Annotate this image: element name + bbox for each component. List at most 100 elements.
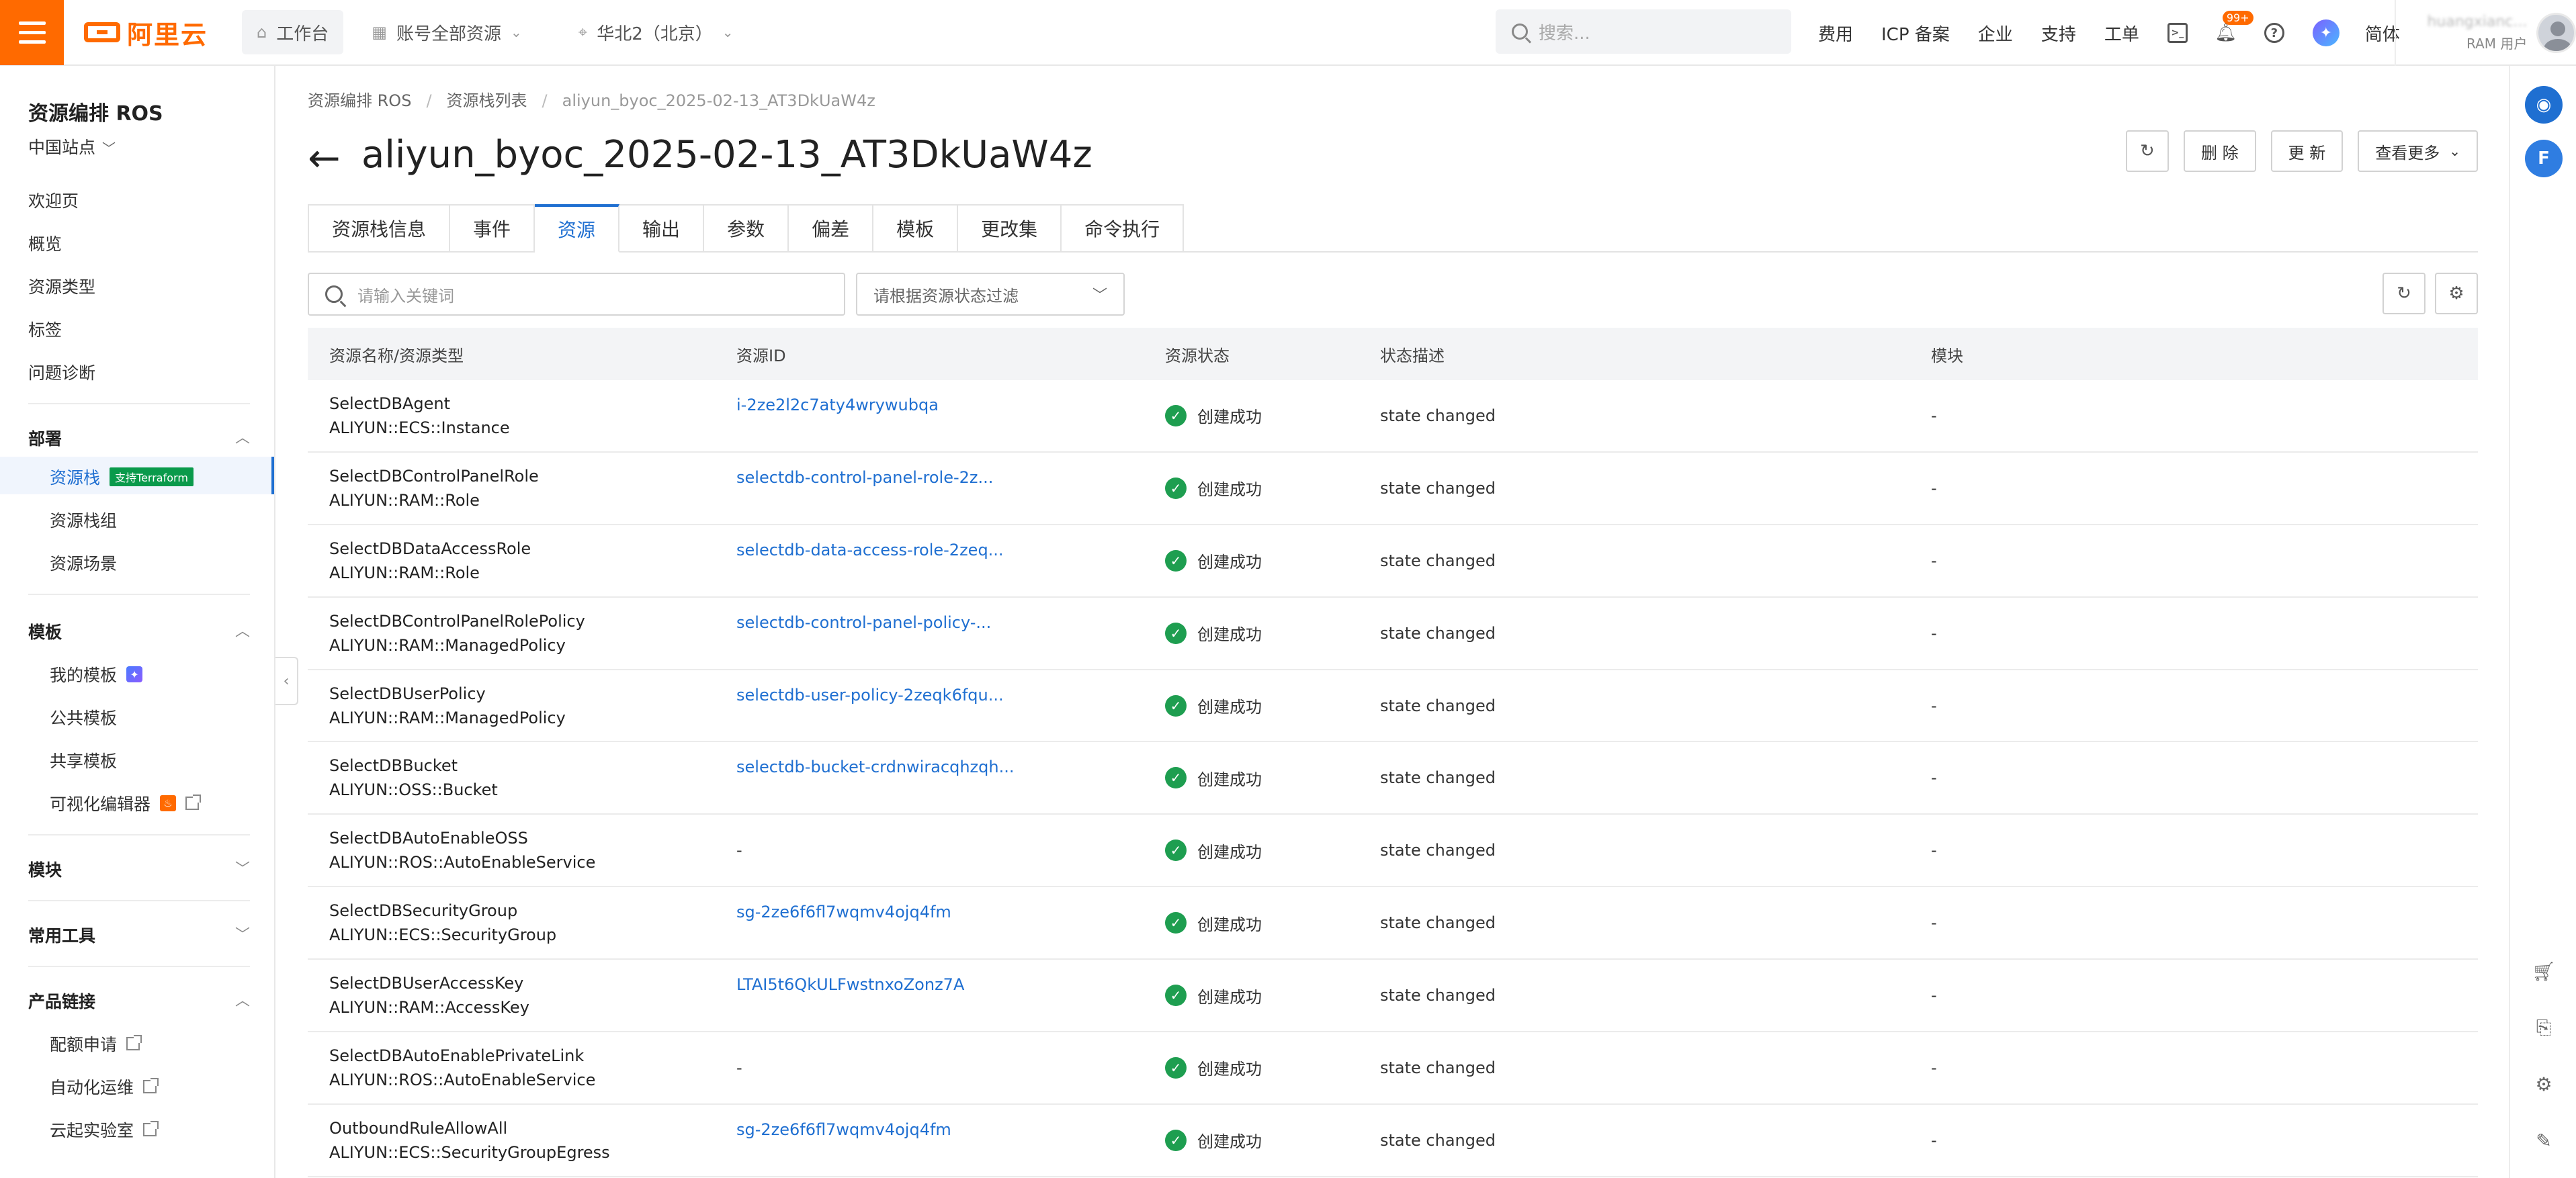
tab-drift[interactable]: 偏差: [789, 204, 874, 253]
more-button[interactable]: 查看更多 ⌄: [2358, 130, 2478, 172]
tab-template[interactable]: 模板: [873, 204, 959, 253]
tab-command-execution[interactable]: 命令执行: [1062, 204, 1185, 253]
module-cell: -: [1931, 1130, 1937, 1150]
tab-parameters[interactable]: 参数: [704, 204, 789, 253]
sidebar-item-public-templates[interactable]: 公共模板: [50, 705, 117, 729]
terminal-icon[interactable]: >_: [2167, 23, 2188, 43]
sidebar-item-shared-templates[interactable]: 共享模板: [50, 748, 117, 772]
resource-id-link[interactable]: selectdb-bucket-crdnwiracqhzqh...: [736, 758, 1165, 776]
sidebar-collapse-handle[interactable]: ‹: [275, 657, 298, 705]
resource-name-cell: SelectDBAgent ALIYUN::ECS::Instance: [308, 392, 736, 440]
icp-link[interactable]: ICP 备案: [1881, 21, 1950, 46]
sidebar-group-deploy[interactable]: 部署 ︿: [28, 426, 250, 450]
table-settings-button[interactable]: ⚙: [2435, 273, 2478, 314]
sidebar-item-tags[interactable]: 标签: [28, 317, 62, 341]
service-icon[interactable]: ⎘: [2532, 1015, 2556, 1040]
resource-id-link[interactable]: sg-2ze6f6fl7wqmv4ojq4fm: [736, 1120, 1165, 1139]
sidebar-item-scenarios[interactable]: 资源场景: [50, 551, 117, 575]
robot-assistant-icon[interactable]: ◉: [2525, 86, 2563, 124]
edit-icon[interactable]: ✎: [2532, 1128, 2556, 1152]
sidebar-item-automation[interactable]: 自动化运维: [50, 1075, 159, 1099]
resource-id-link[interactable]: selectdb-data-access-role-2zeq...: [736, 541, 1165, 559]
assistant-icon[interactable]: ✦: [2312, 19, 2339, 46]
feedback-icon[interactable]: F: [2525, 140, 2563, 177]
account-scope-selector[interactable]: ▦ 账号全部资源 ⌄: [357, 10, 536, 54]
sidebar-item-quota[interactable]: 配额申请: [50, 1032, 142, 1056]
sidebar-item-visual-editor[interactable]: 可视化编辑器 ♨: [50, 791, 202, 815]
sidebar-item-stack-groups[interactable]: 资源栈组: [50, 508, 117, 532]
sidebar-item-welcome[interactable]: 欢迎页: [28, 188, 79, 212]
status-description: state changed: [1380, 841, 1496, 860]
resource-id-link[interactable]: selectdb-user-policy-2zeqk6fqu...: [736, 686, 1165, 705]
keyword-search-input[interactable]: 请输入关键词: [308, 273, 845, 316]
sidebar-divider: [28, 900, 250, 901]
status-filter-select[interactable]: 请根据资源状态过滤 ﹀: [856, 273, 1125, 316]
resource-name-cell: SelectDBBucket ALIYUN::OSS::Bucket: [308, 754, 736, 802]
site-selector[interactable]: 中国站点 ﹀: [28, 134, 116, 158]
module-cell: -: [1931, 768, 1937, 788]
sidebar-group-template[interactable]: 模板 ︿: [28, 619, 250, 643]
resource-name-cell: SelectDBSecurityGroup ALIYUN::ECS::Securi…: [308, 899, 736, 947]
check-circle-icon: ✓: [1165, 622, 1187, 644]
tab-change-sets[interactable]: 更改集: [958, 204, 1062, 253]
bell-icon[interactable]: 🔔︎ 99+: [2215, 11, 2253, 43]
tab-stack-info[interactable]: 资源栈信息: [308, 204, 451, 253]
cart-icon[interactable]: 🛒︎: [2532, 959, 2556, 983]
sidebar-item-overview[interactable]: 概览: [28, 231, 62, 255]
sidebar-group-tools[interactable]: 常用工具 ﹀: [28, 923, 250, 947]
help-icon[interactable]: ?: [2264, 23, 2284, 43]
menu-icon[interactable]: [0, 0, 64, 65]
status-description: state changed: [1380, 623, 1496, 643]
table-row: SelectDBControlPanelRole ALIYUN::RAM::Rol…: [308, 453, 2478, 525]
ticket-link[interactable]: 工单: [2104, 21, 2139, 46]
sidebar-group-module[interactable]: 模块 ﹀: [28, 857, 250, 881]
delete-button[interactable]: 删 除: [2183, 130, 2256, 172]
tab-outputs[interactable]: 输出: [619, 204, 705, 253]
tab-resources[interactable]: 资源: [535, 204, 620, 253]
region-selector[interactable]: ⌖ 华北2（北京） ⌄: [564, 10, 748, 54]
location-icon: ⌖: [578, 23, 588, 42]
table-row: SelectDBSecurityGroup ALIYUN::ECS::Securi…: [308, 887, 2478, 960]
breadcrumb-stack-list[interactable]: 资源栈列表: [447, 91, 527, 110]
workbench-button[interactable]: ⌂ 工作台: [242, 10, 344, 54]
resource-id-link[interactable]: LTAI5t6QkULFwstnxoZonz7A: [736, 975, 1165, 994]
resource-name-cell: SelectDBAutoEnableOSS ALIYUN::ROS::AutoEn…: [308, 826, 736, 874]
resource-id-link[interactable]: sg-2ze6f6fl7wqmv4ojq4fm: [736, 903, 1165, 921]
column-header-description: 状态描述: [1380, 346, 1445, 365]
sidebar-item-labs[interactable]: 云起实验室: [50, 1118, 159, 1142]
aliyun-logo[interactable]: 阿里云: [84, 14, 228, 51]
sidebar-divider: [28, 966, 250, 967]
sidebar-item-diagnosis[interactable]: 问题诊断: [28, 360, 95, 384]
table-row: SelectDBAutoEnablePrivateLink ALIYUN::ROS…: [308, 1032, 2478, 1105]
global-search-input[interactable]: 搜索...: [1496, 9, 1791, 54]
check-circle-icon: ✓: [1165, 985, 1187, 1007]
check-circle-icon: ✓: [1165, 767, 1187, 789]
check-circle-icon: ✓: [1165, 694, 1187, 717]
region-label: 华北2（北京）: [597, 24, 713, 44]
module-cell: -: [1931, 406, 1937, 425]
table-refresh-button[interactable]: ↻: [2382, 273, 2425, 314]
support-link[interactable]: 支持: [2041, 21, 2076, 46]
status-description: state changed: [1380, 768, 1496, 788]
stack-tabs: 资源栈信息 事件 资源 输出 参数 偏差 模板 更改集 命令执行: [308, 204, 2478, 253]
back-arrow-icon[interactable]: ←: [308, 138, 341, 177]
external-link-icon: [143, 1078, 159, 1093]
enterprise-link[interactable]: 企业: [1978, 21, 2013, 46]
group-label: 常用工具: [28, 926, 96, 946]
sidebar-item-resource-types[interactable]: 资源类型: [28, 274, 95, 298]
breadcrumb-ros[interactable]: 资源编排 ROS: [308, 91, 411, 110]
sidebar-item-my-templates[interactable]: 我的模板 ✦: [50, 662, 143, 686]
update-button[interactable]: 更 新: [2270, 130, 2344, 172]
grid-icon: ▦: [372, 23, 387, 42]
gear-icon[interactable]: ⚙: [2532, 1072, 2556, 1096]
resource-id-link[interactable]: selectdb-control-panel-role-2z...: [736, 468, 1165, 487]
tab-events[interactable]: 事件: [450, 204, 535, 253]
check-circle-icon: ✓: [1165, 840, 1187, 862]
sidebar-item-stacks[interactable]: 资源栈 支持Terraform: [50, 465, 194, 489]
refresh-button[interactable]: ↻: [2125, 130, 2169, 172]
billing-link[interactable]: 费用: [1818, 21, 1853, 46]
sidebar-group-product-links[interactable]: 产品链接 ︿: [28, 989, 250, 1013]
resource-id-link[interactable]: i-2ze2l2c7aty4wrywubqa: [736, 396, 1165, 414]
user-menu[interactable]: huangxianc... RAM 用户: [2395, 0, 2576, 66]
resource-id-link[interactable]: selectdb-control-panel-policy-...: [736, 613, 1165, 632]
